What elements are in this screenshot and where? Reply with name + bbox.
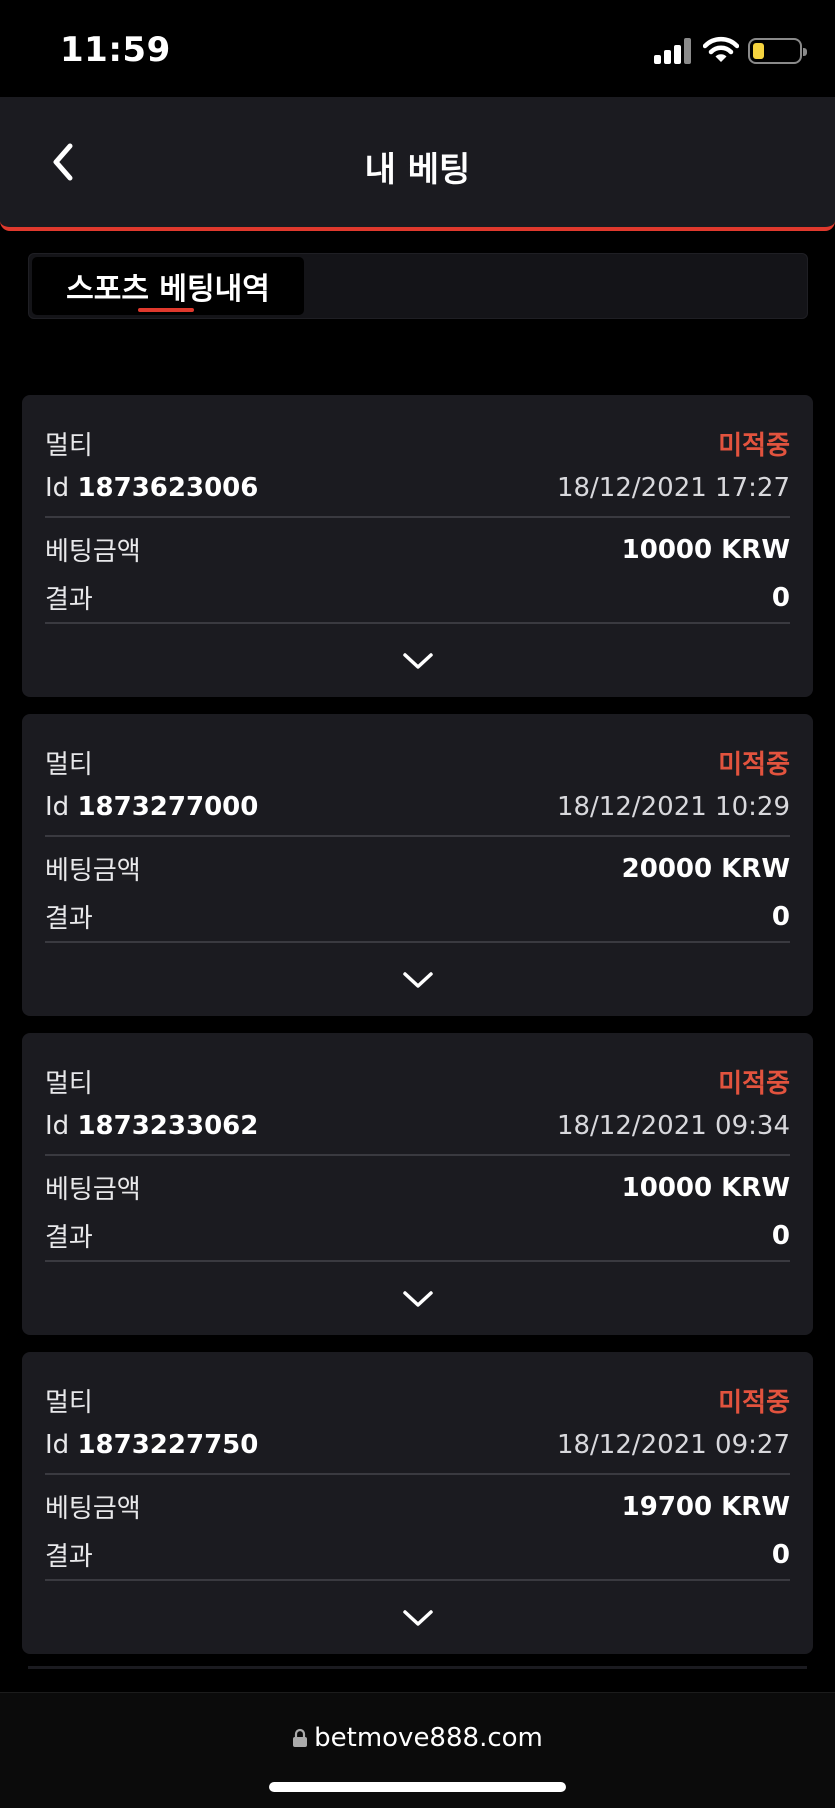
bet-status: 미적중 [718,431,790,461]
bet-card: 멀티 미적중 Id 1873623006 18/12/2021 17:27 베팅금액… [22,395,813,697]
bet-id-prefix: Id [45,792,70,822]
bet-result: 0 [771,1539,790,1570]
bet-status: 미적중 [718,1388,790,1418]
tab-sports-bet-history[interactable]: 스포츠 베팅내역 [32,257,304,315]
chevron-down-icon [402,972,433,988]
tab-bar: 스포츠 베팅내역 [28,253,808,319]
bet-id-prefix: Id [45,473,70,503]
bet-result-label: 결과 [45,1542,93,1572]
expand-button[interactable] [401,1606,435,1630]
home-indicator[interactable] [269,1782,566,1792]
bet-amount-label: 베팅금액 [45,537,141,567]
divider [45,1154,790,1156]
list-end-divider [28,1666,807,1669]
divider [45,941,790,943]
chevron-down-icon [402,1610,433,1626]
bet-card: 멀티 미적중 Id 1873277000 18/12/2021 10:29 베팅금액… [22,714,813,1016]
divider [45,516,790,518]
bet-id: 1873623006 [77,473,259,503]
app-header: 내 베팅 [0,97,835,231]
status-time: 11:59 [60,30,171,70]
bet-type: 멀티 [45,1069,93,1099]
bet-amount-label: 베팅금액 [45,1494,141,1524]
divider [45,622,790,624]
bet-result: 0 [771,582,790,613]
bet-status: 미적중 [718,750,790,780]
bet-id: 1873227750 [77,1430,259,1460]
browser-address-bar[interactable]: betmove888.com [0,1692,835,1808]
bet-card: 멀티 미적중 Id 1873233062 18/12/2021 09:34 베팅금액… [22,1033,813,1335]
bet-result: 0 [771,1220,790,1251]
bet-list: 멀티 미적중 Id 1873623006 18/12/2021 17:27 베팅금액… [22,395,813,1671]
bet-result-label: 결과 [45,904,93,934]
expand-button[interactable] [401,649,435,673]
bet-result: 0 [771,901,790,932]
bet-amount-label: 베팅금액 [45,1175,141,1205]
bet-amount: 10000 KRW [621,1172,790,1203]
bet-datetime: 18/12/2021 10:29 [556,792,790,822]
wifi-icon [702,36,740,64]
chevron-down-icon [402,1291,433,1307]
divider [45,1473,790,1475]
url-text: betmove888.com [314,1723,543,1753]
bet-id-prefix: Id [45,1111,70,1141]
bet-amount: 10000 KRW [621,534,790,565]
expand-button[interactable] [401,1287,435,1311]
bet-amount: 19700 KRW [621,1491,790,1522]
bet-card: 멀티 미적중 Id 1873227750 18/12/2021 09:27 베팅금액… [22,1352,813,1654]
bet-datetime: 18/12/2021 09:27 [556,1430,790,1460]
bet-amount-label: 베팅금액 [45,856,141,886]
battery-icon [748,38,807,64]
bet-type: 멀티 [45,750,93,780]
expand-button[interactable] [401,968,435,992]
status-bar: 11:59 [0,0,835,97]
divider [45,835,790,837]
bet-amount: 20000 KRW [621,853,790,884]
bet-type: 멀티 [45,1388,93,1418]
bet-status: 미적중 [718,1069,790,1099]
bet-result-label: 결과 [45,585,93,615]
tab-label: 스포츠 베팅내역 [66,272,270,307]
divider [45,1579,790,1581]
bet-result-label: 결과 [45,1223,93,1253]
bet-id: 1873233062 [77,1111,259,1141]
tab-active-indicator [138,308,194,312]
bet-datetime: 18/12/2021 09:34 [556,1111,790,1141]
divider [45,1260,790,1262]
cellular-signal-icon [654,38,694,64]
page-title: 내 베팅 [364,150,471,190]
bet-id-prefix: Id [45,1430,70,1460]
lock-icon [293,1728,308,1747]
bet-type: 멀티 [45,431,93,461]
bet-id: 1873277000 [77,792,259,822]
bet-datetime: 18/12/2021 17:27 [556,473,790,503]
chevron-down-icon [402,653,433,669]
